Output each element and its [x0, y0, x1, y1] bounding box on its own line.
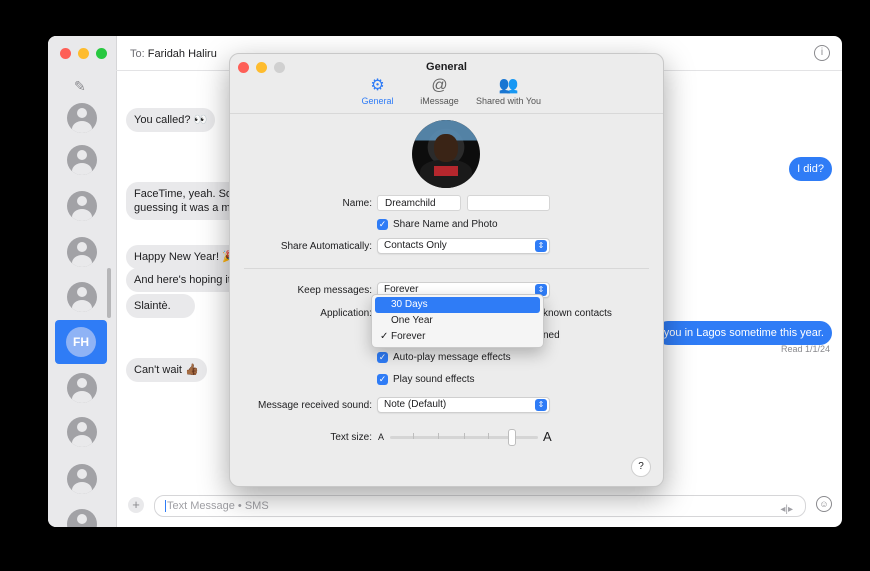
- checkmark-icon: ✓: [377, 219, 388, 230]
- slider-knob[interactable]: [508, 429, 516, 446]
- known-contacts-text: known contacts: [543, 308, 612, 319]
- conversation-item[interactable]: [48, 410, 116, 454]
- text-size-small-glyph: A: [378, 432, 385, 442]
- menu-item-label: Forever: [391, 331, 426, 342]
- conversation-item[interactable]: [48, 275, 116, 319]
- read-receipt: Read 1/1/24: [780, 344, 830, 354]
- sound-label: Message received sound:: [258, 400, 372, 411]
- conversation-item[interactable]: [48, 96, 116, 140]
- message-input[interactable]: Text Message • SMS ◂|▸: [154, 495, 806, 517]
- text-size-large-glyph: A: [543, 429, 552, 444]
- message-bubble: you in Lagos sometime this year.: [655, 321, 832, 345]
- share-name-photo-checkbox[interactable]: ✓ Share Name and Photo: [377, 219, 498, 230]
- application-label: Application:: [320, 308, 372, 319]
- checkbox-label: Auto-play message effects: [393, 352, 511, 363]
- tab-label: iMessage: [420, 96, 459, 106]
- message-bubble: Slaintè.: [126, 294, 195, 318]
- chevron-updown-icon: ⇕: [535, 240, 547, 252]
- menu-item-30-days[interactable]: 30 Days: [375, 297, 540, 313]
- autoplay-effects-checkbox[interactable]: ✓ Auto-play message effects: [377, 352, 511, 363]
- close-button[interactable]: [60, 48, 71, 59]
- help-button[interactable]: ?: [631, 457, 651, 477]
- share-auto-popup[interactable]: Contacts Only ⇕: [377, 238, 550, 254]
- gear-icon: ⚙: [370, 77, 385, 94]
- menu-item-one-year[interactable]: One Year: [375, 313, 540, 329]
- sound-popup[interactable]: Note (Default) ⇕: [377, 397, 550, 413]
- tab-label: General: [361, 96, 394, 106]
- message-line: guessing it was a mi: [134, 202, 234, 214]
- popup-value: Contacts Only: [384, 240, 447, 251]
- text-size-label: Text size:: [330, 432, 372, 443]
- dialog-title: General: [426, 61, 467, 73]
- checkmark-icon: ✓: [380, 331, 389, 342]
- compose-icon[interactable]: ✎: [74, 78, 86, 95]
- avatar-icon: [67, 373, 97, 403]
- avatar-icon: [67, 145, 97, 175]
- avatar-icon: [67, 103, 97, 133]
- avatar-icon: [67, 509, 97, 527]
- sidebar-scrollbar[interactable]: [107, 268, 111, 318]
- text-caret: [165, 500, 166, 513]
- conversation-item[interactable]: [48, 502, 116, 527]
- avatar-icon: [67, 237, 97, 267]
- menu-item-forever[interactable]: ✓ Forever: [375, 329, 540, 345]
- conversation-item[interactable]: [48, 138, 116, 182]
- tab-shared-with-you[interactable]: 👥 Shared with You: [474, 76, 544, 106]
- chevron-updown-icon: ⇕: [535, 399, 547, 411]
- first-name-field[interactable]: Dreamchild: [377, 195, 461, 211]
- keep-messages-menu: 30 Days One Year ✓ Forever: [371, 294, 544, 348]
- conversation-item[interactable]: [48, 230, 116, 274]
- conversation-item-selected[interactable]: FH: [55, 320, 107, 364]
- profile-photo[interactable]: [412, 120, 480, 188]
- message-bubble: I did?: [789, 157, 832, 181]
- info-icon[interactable]: i: [814, 45, 830, 61]
- checkbox-label: Share Name and Photo: [393, 219, 498, 230]
- name-label: Name:: [342, 198, 372, 209]
- message-bubble: Can't wait 👍🏾: [126, 358, 207, 382]
- add-attachment-icon[interactable]: +: [128, 497, 144, 513]
- at-icon: @: [431, 77, 448, 94]
- message-bubble: You called? 👀: [126, 108, 216, 132]
- people-icon: 👥: [498, 77, 519, 94]
- message-line: FaceTime, yeah. Sor: [134, 188, 236, 200]
- avatar-icon: [67, 282, 97, 312]
- tab-imessage[interactable]: @ iMessage: [412, 76, 468, 106]
- popup-value: Note (Default): [384, 399, 447, 410]
- message-placeholder: Text Message • SMS: [167, 500, 269, 512]
- checkmark-icon: ✓: [377, 352, 388, 363]
- share-auto-label: Share Automatically:: [280, 241, 372, 252]
- tab-label: Shared with You: [475, 96, 542, 106]
- conversation-item[interactable]: [48, 184, 116, 228]
- tab-general[interactable]: ⚙ General: [350, 76, 406, 106]
- settings-dialog: General ⚙ General @ iMessage 👥 Shared wi…: [229, 53, 664, 487]
- avatar-initials: FH: [66, 327, 96, 357]
- toolbar-divider: [230, 113, 663, 114]
- settings-tabs: ⚙ General @ iMessage 👥 Shared with You: [230, 76, 663, 106]
- minimize-button[interactable]: [78, 48, 89, 59]
- avatar-icon: [67, 417, 97, 447]
- zoom-button[interactable]: [96, 48, 107, 59]
- keep-messages-label: Keep messages:: [297, 285, 373, 296]
- play-sounds-checkbox[interactable]: ✓ Play sound effects: [377, 374, 475, 385]
- avatar-icon: [67, 464, 97, 494]
- checkbox-label: Play sound effects: [393, 374, 475, 385]
- emoji-icon[interactable]: ☺: [816, 496, 832, 512]
- conversation-item[interactable]: [48, 457, 116, 501]
- partial-option-text: ned: [543, 330, 560, 341]
- conversation-sidebar: ✎ FH: [48, 36, 117, 527]
- recipient-name[interactable]: Faridah Haliru: [148, 48, 217, 60]
- last-name-field[interactable]: [467, 195, 550, 211]
- checkmark-icon: ✓: [377, 374, 388, 385]
- avatar-icon: [67, 191, 97, 221]
- window-controls: [60, 48, 107, 59]
- audio-waveform-icon[interactable]: ◂|▸: [780, 500, 793, 520]
- section-divider: [244, 268, 649, 269]
- message-input-bar: + Text Message • SMS ◂|▸ ☺: [116, 487, 842, 527]
- conversation-item[interactable]: [48, 366, 116, 410]
- to-label: To:: [130, 48, 145, 60]
